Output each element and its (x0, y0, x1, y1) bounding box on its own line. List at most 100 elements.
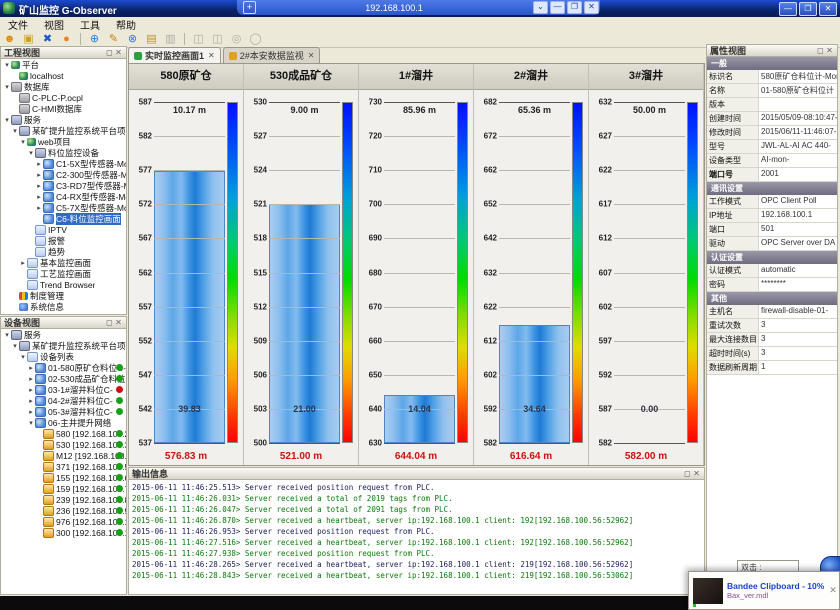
expand-icon[interactable]: ▸ (35, 182, 43, 190)
tab-1[interactable]: 2#本安数据监视✕ (223, 47, 321, 63)
project-tree-item[interactable]: ▾平台 (1, 59, 126, 70)
property-row[interactable]: 主机名firewall-disable-01- (707, 305, 837, 319)
device-tree-item[interactable]: 371 [192.168.100.5]- (1, 461, 126, 472)
project-tree-item[interactable]: C-PLC-P.ocpl (1, 92, 126, 103)
device-tree-item[interactable]: ▸03-1#溜井料位C- (1, 384, 126, 395)
panel-close-icon[interactable]: ✕ (825, 46, 834, 55)
stop-icon[interactable]: ◯ (248, 32, 263, 46)
record-icon[interactable]: ◎ (229, 32, 244, 46)
project-tree-item[interactable]: ▸C1-5X型传感器-Mon- (1, 158, 126, 169)
expand-icon[interactable]: ▸ (35, 160, 43, 168)
collapse-icon[interactable]: ▾ (3, 116, 11, 124)
project-tree-item[interactable]: C6-料位监控画面 (1, 213, 126, 224)
property-row[interactable]: 驱动OPC Server over DA (707, 237, 837, 251)
device-tree-item[interactable]: 236 [192.168.100.9]- (1, 505, 126, 516)
device-tree-item[interactable]: ▾06-主井提升网络 (1, 417, 126, 428)
project-tree-item[interactable]: ▾数据库 (1, 81, 126, 92)
add-icon[interactable]: ⊕ (87, 32, 102, 46)
project-tree-item[interactable]: 报警 (1, 235, 126, 246)
panel-close-icon[interactable]: ✕ (114, 48, 123, 57)
property-row[interactable]: 标识名580原矿仓料位计-Mon- (707, 70, 837, 84)
project-tree-item[interactable]: 工艺监控画面 (1, 268, 126, 279)
project-tree-item[interactable]: C-HMI数据库 (1, 103, 126, 114)
expand-icon[interactable]: ▸ (27, 397, 35, 405)
session-control-button[interactable]: ✕ (584, 1, 599, 14)
device-tree-item[interactable]: ▸04-2#溜井料位C- (1, 395, 126, 406)
device-tree-item[interactable]: 580 [192.168.100.2]- (1, 428, 126, 439)
project-tree-item[interactable]: 制度管理 (1, 290, 126, 301)
device-tree-item[interactable]: 976 [192.168.100.10]- (1, 516, 126, 527)
project-tree-item[interactable]: ▾服务 (1, 114, 126, 125)
expand-icon[interactable]: ▸ (27, 386, 35, 394)
project-tree-item[interactable]: ▾某矿提升监控系统平台项目- (1, 125, 126, 136)
property-row[interactable]: 重试次数3 (707, 319, 837, 333)
device-tree-item[interactable]: ▸02-530成品矿仓料位C- (1, 373, 126, 384)
project-tree-item[interactable]: 系统信息 (1, 301, 126, 312)
device-tree-item[interactable]: 530 [192.168.100.3]- (1, 439, 126, 450)
panel-close-icon[interactable]: ✕ (114, 318, 123, 327)
alarm-icon[interactable]: ● (59, 32, 74, 46)
device-tree-item[interactable]: ▸01-580原矿仓料位C- (1, 362, 126, 373)
project-tree-item[interactable]: Trend Browser (1, 279, 126, 290)
collapse-icon[interactable]: ▾ (3, 61, 11, 69)
monitor-1-icon[interactable]: ◫ (191, 32, 206, 46)
project-tree-item[interactable]: ▾web项目 (1, 136, 126, 147)
property-row[interactable]: 工作模式OPC Client Poll (707, 195, 837, 209)
edit-icon[interactable]: ✎ (106, 32, 121, 46)
device-tree-item[interactable]: 300 [192.168.100.11]- (1, 527, 126, 538)
expand-icon[interactable]: ▸ (27, 364, 35, 372)
tab-0[interactable]: 实时监控画面1✕ (128, 47, 221, 63)
property-row[interactable]: 超时时间(s)3 (707, 347, 837, 361)
property-row[interactable]: 设备类型AI-mon- (707, 154, 837, 168)
property-row[interactable]: 最大连接数目3 (707, 333, 837, 347)
panel-pin-icon[interactable]: ◻ (683, 469, 692, 478)
project-tree-item[interactable]: 趋势 (1, 246, 126, 257)
tab-close-icon[interactable]: ✕ (308, 51, 315, 60)
menu-item-1[interactable]: 视图 (36, 17, 72, 32)
project-tree-item[interactable]: ▸基本监控画面 (1, 257, 126, 268)
device-tree-item[interactable]: 155 [192.168.100.6]- (1, 472, 126, 483)
menu-item-3[interactable]: 帮助 (108, 17, 144, 32)
collapse-icon[interactable]: ▾ (11, 342, 19, 350)
collapse-icon[interactable]: ▾ (3, 83, 11, 91)
expand-icon[interactable]: ▸ (35, 204, 43, 212)
collapse-icon[interactable]: ▾ (11, 127, 19, 135)
disconnect-icon[interactable]: ✖ (40, 32, 55, 46)
device-tree-item[interactable]: 239 [192.168.100.8]- (1, 494, 126, 505)
project-tree-item[interactable]: ▸C4-RX型传感器-Mon- (1, 191, 126, 202)
expand-icon[interactable]: ▸ (27, 408, 35, 416)
delete-icon[interactable]: ⊗ (125, 32, 140, 46)
expand-icon[interactable]: ▸ (27, 375, 35, 383)
project-tree-item[interactable]: ▸C3-RD7型传感器-Mon- (1, 180, 126, 191)
property-row[interactable]: 创建时间2015/05/09-08:10:47- (707, 112, 837, 126)
collapse-icon[interactable]: ▾ (27, 149, 35, 157)
collapse-icon[interactable]: ▾ (3, 331, 11, 339)
session-tab[interactable]: + 192.168.100.1 ⌄—❐✕ (237, 0, 600, 15)
menu-item-2[interactable]: 工具 (72, 17, 108, 32)
monitor-2-icon[interactable]: ◫ (210, 32, 225, 46)
property-row[interactable]: 密码******** (707, 278, 837, 292)
device-tree-item[interactable]: ▾某矿提升监控系统平台项目- (1, 340, 126, 351)
collapse-icon[interactable]: ▾ (19, 138, 27, 146)
property-row[interactable]: 名称01-580原矿仓料位计 (707, 84, 837, 98)
property-row[interactable]: 端口501 (707, 223, 837, 237)
log-output[interactable]: 2015-06-11 11:46:25.513> Server received… (128, 480, 705, 595)
device-tree-item[interactable]: ▾设备列表 (1, 351, 126, 362)
panel-close-icon[interactable]: ✕ (692, 469, 701, 478)
property-row[interactable]: 型号JWL-AL-AI AC 440- (707, 140, 837, 154)
device-tree-item[interactable]: M12 [192.168.100.4]- (1, 450, 126, 461)
menu-item-0[interactable]: 文件 (0, 17, 36, 32)
device-tree-item[interactable]: 159 [192.168.100.7]- (1, 483, 126, 494)
property-row[interactable]: 端口号2001 (707, 168, 837, 182)
maximize-button[interactable]: ❐ (799, 2, 817, 16)
property-row[interactable]: 修改时间2015/06/11-11:46:07- (707, 126, 837, 140)
property-row[interactable]: 认证模式automatic (707, 264, 837, 278)
clipboard-popup[interactable]: Bandee Clipboard - 10% Bax_ver.mdl ✕ (688, 571, 840, 610)
project-tree-item[interactable]: localhost (1, 70, 126, 81)
expand-icon[interactable]: ▸ (35, 171, 43, 179)
panel-pin-icon[interactable]: ◻ (105, 48, 114, 57)
project-tree-item[interactable]: ▸C5-7X型传感器-Mon- (1, 202, 126, 213)
form-icon[interactable]: ▤ (144, 32, 159, 46)
project-tree-item[interactable]: IPTV (1, 224, 126, 235)
session-control-button[interactable]: ❐ (567, 1, 582, 14)
